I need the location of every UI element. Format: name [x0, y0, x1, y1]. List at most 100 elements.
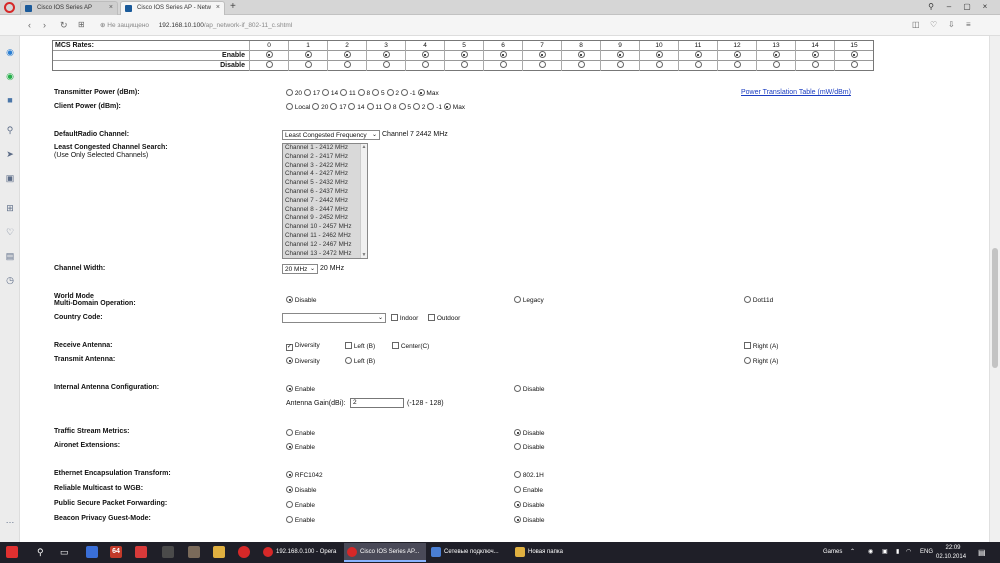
channel-list-item[interactable]: Channel 9 - 2452 MHz — [283, 214, 367, 223]
taskbar-app-opera-2[interactable]: Cisco IOS Series AP... — [344, 543, 426, 562]
heart-icon[interactable]: ♡ — [930, 19, 937, 31]
messenger-icon[interactable]: ◉ — [4, 46, 16, 58]
scrollbar-thumb[interactable] — [992, 248, 998, 368]
media-player-icon[interactable] — [135, 546, 147, 558]
mcs-disable-radio-4[interactable] — [405, 61, 444, 71]
mcs-disable-radio-13[interactable] — [756, 61, 795, 71]
search-icon[interactable]: ⚲ — [4, 124, 16, 136]
aironet-disable-radio[interactable]: Disable — [514, 443, 545, 451]
download-icon[interactable]: ⇩ — [948, 19, 955, 31]
game-icon[interactable] — [188, 546, 200, 558]
client-power-option[interactable]: 2 — [412, 103, 425, 111]
tx-power-option[interactable]: 2 — [386, 89, 399, 97]
taskbar-app-opera-1[interactable]: 192.168.0.100 - Opera — [260, 543, 342, 562]
beacon-disable-radio[interactable]: Disable — [514, 516, 545, 524]
notifications-icon[interactable]: ▤ — [978, 542, 986, 563]
mcs-enable-radio-7[interactable] — [522, 51, 561, 61]
word-icon[interactable] — [86, 546, 98, 558]
page-scrollbar[interactable] — [989, 36, 1000, 542]
client-power-option[interactable]: 8 — [384, 103, 397, 111]
tray-app-icon[interactable]: ▣ — [882, 542, 888, 563]
mcs-disable-radio-12[interactable] — [717, 61, 756, 71]
close-tab-icon[interactable]: × — [109, 2, 113, 14]
tray-expand-icon[interactable]: ⌃ — [850, 542, 855, 563]
rx-diversity-checkbox[interactable]: ✓ Diversity — [286, 342, 320, 351]
client-power-option[interactable]: Local — [286, 103, 310, 111]
tx-left-radio[interactable]: Left (B) — [345, 357, 375, 365]
client-power-option[interactable]: 5 — [398, 103, 411, 111]
clock[interactable]: 22:09 — [942, 544, 964, 553]
tx-diversity-radio[interactable]: Diversity — [286, 357, 320, 365]
scroll-down-icon[interactable]: ▼ — [361, 252, 367, 258]
app-64-icon[interactable]: 64 — [110, 546, 122, 558]
mcs-disable-radio-11[interactable] — [678, 61, 717, 71]
close-window-button[interactable]: × — [976, 1, 994, 13]
mcs-disable-radio-6[interactable] — [483, 61, 522, 71]
tx-power-option[interactable]: 14 — [322, 89, 338, 97]
world-mode-legacy-radio[interactable]: Legacy — [514, 296, 544, 304]
internal-antenna-disable-radio[interactable]: Disable — [514, 385, 545, 393]
mcs-enable-radio-11[interactable] — [678, 51, 717, 61]
mcs-disable-radio-15[interactable] — [834, 61, 873, 71]
taskbar-app-folder[interactable]: Новая папка — [512, 543, 594, 562]
maximize-button[interactable]: ▢ — [958, 1, 976, 13]
wifi-icon[interactable]: ◠ — [906, 542, 911, 563]
speed-dial-icon[interactable]: ⊞ — [4, 202, 16, 214]
outdoor-checkbox[interactable]: Outdoor — [428, 314, 460, 322]
url-field[interactable]: ⊕ Не защищено 192.168.10.100/ap_network-… — [100, 18, 900, 33]
rx-right-checkbox[interactable]: Right (A) — [744, 342, 778, 350]
tab-cisco-2[interactable]: Cisco IOS Series AP - Netw × — [120, 1, 225, 15]
mcs-enable-radio-13[interactable] — [756, 51, 795, 61]
channel-list-item[interactable]: Channel 4 - 2427 MHz — [283, 170, 367, 179]
scroll-up-icon[interactable]: ▲ — [361, 144, 367, 150]
mcs-disable-radio-9[interactable] — [600, 61, 639, 71]
tx-power-option[interactable]: 20 — [286, 89, 302, 97]
channel-list-item[interactable]: Channel 8 - 2447 MHz — [283, 206, 367, 215]
power-translation-link[interactable]: Power Translation Table (mW/dBm) — [741, 89, 851, 96]
tx-power-option[interactable]: 17 — [304, 89, 320, 97]
tray-battery-icon[interactable]: ▮ — [896, 542, 899, 563]
pspf-disable-radio[interactable]: Disable — [514, 501, 545, 509]
mcs-enable-radio-3[interactable] — [366, 51, 405, 61]
search-icon[interactable]: ⚲ — [37, 542, 44, 563]
mcs-enable-radio-2[interactable] — [327, 51, 366, 61]
mcs-disable-radio-3[interactable] — [366, 61, 405, 71]
channel-list-item[interactable]: Channel 11 - 2462 MHz — [283, 232, 367, 241]
client-power-option[interactable]: Max — [443, 103, 465, 111]
pspf-enable-radio[interactable]: Enable — [286, 501, 315, 509]
rx-center-checkbox[interactable]: Center(C) — [392, 342, 429, 350]
mcs-enable-radio-9[interactable] — [600, 51, 639, 61]
beacon-enable-radio[interactable]: Enable — [286, 516, 315, 524]
camera-icon[interactable]: ◫ — [912, 19, 920, 31]
news-icon[interactable]: ▤ — [4, 250, 16, 262]
country-code-select[interactable]: ⌄ — [282, 313, 386, 323]
mcs-disable-radio-5[interactable] — [444, 61, 483, 71]
terminal-icon[interactable] — [162, 546, 174, 558]
tx-power-option[interactable]: 5 — [372, 89, 385, 97]
mcs-enable-radio-10[interactable] — [639, 51, 678, 61]
mcs-enable-radio-14[interactable] — [795, 51, 834, 61]
mcs-disable-radio-0[interactable] — [249, 61, 288, 71]
encap-rfc1042-radio[interactable]: RFC1042 — [286, 471, 323, 479]
mcs-enable-radio-6[interactable] — [483, 51, 522, 61]
taskbar-app-network[interactable]: Сетевые подключ... — [428, 543, 510, 562]
encap-8021h-radio[interactable]: 802.1H — [514, 471, 544, 479]
channel-list-scrollbar[interactable]: ▲ ▼ — [360, 144, 367, 258]
channel-width-select[interactable]: 20 MHz ⌄ — [282, 264, 318, 274]
mcs-disable-radio-8[interactable] — [561, 61, 600, 71]
language-indicator[interactable]: ENG — [920, 542, 933, 563]
opera-menu-button[interactable] — [3, 1, 16, 14]
client-power-option[interactable]: 17 — [330, 103, 346, 111]
internal-antenna-enable-radio[interactable]: Enable — [286, 385, 315, 393]
world-mode-dot11d-radio[interactable]: Dot11d — [744, 296, 773, 304]
tx-right-radio[interactable]: Right (A) — [744, 357, 778, 365]
aironet-enable-radio[interactable]: Enable — [286, 443, 315, 451]
channel-list-item[interactable]: Channel 13 - 2472 MHz — [283, 250, 367, 258]
multicast-disable-radio[interactable]: Disable — [286, 486, 317, 494]
channel-list-item[interactable]: Channel 3 - 2422 MHz — [283, 162, 367, 171]
start-button-icon[interactable] — [6, 546, 18, 558]
tx-power-option[interactable]: -1 — [401, 89, 416, 97]
reload-icon[interactable]: ↻ — [60, 19, 68, 31]
channel-list-item[interactable]: Channel 6 - 2437 MHz — [283, 188, 367, 197]
tsm-enable-radio[interactable]: Enable — [286, 429, 315, 437]
